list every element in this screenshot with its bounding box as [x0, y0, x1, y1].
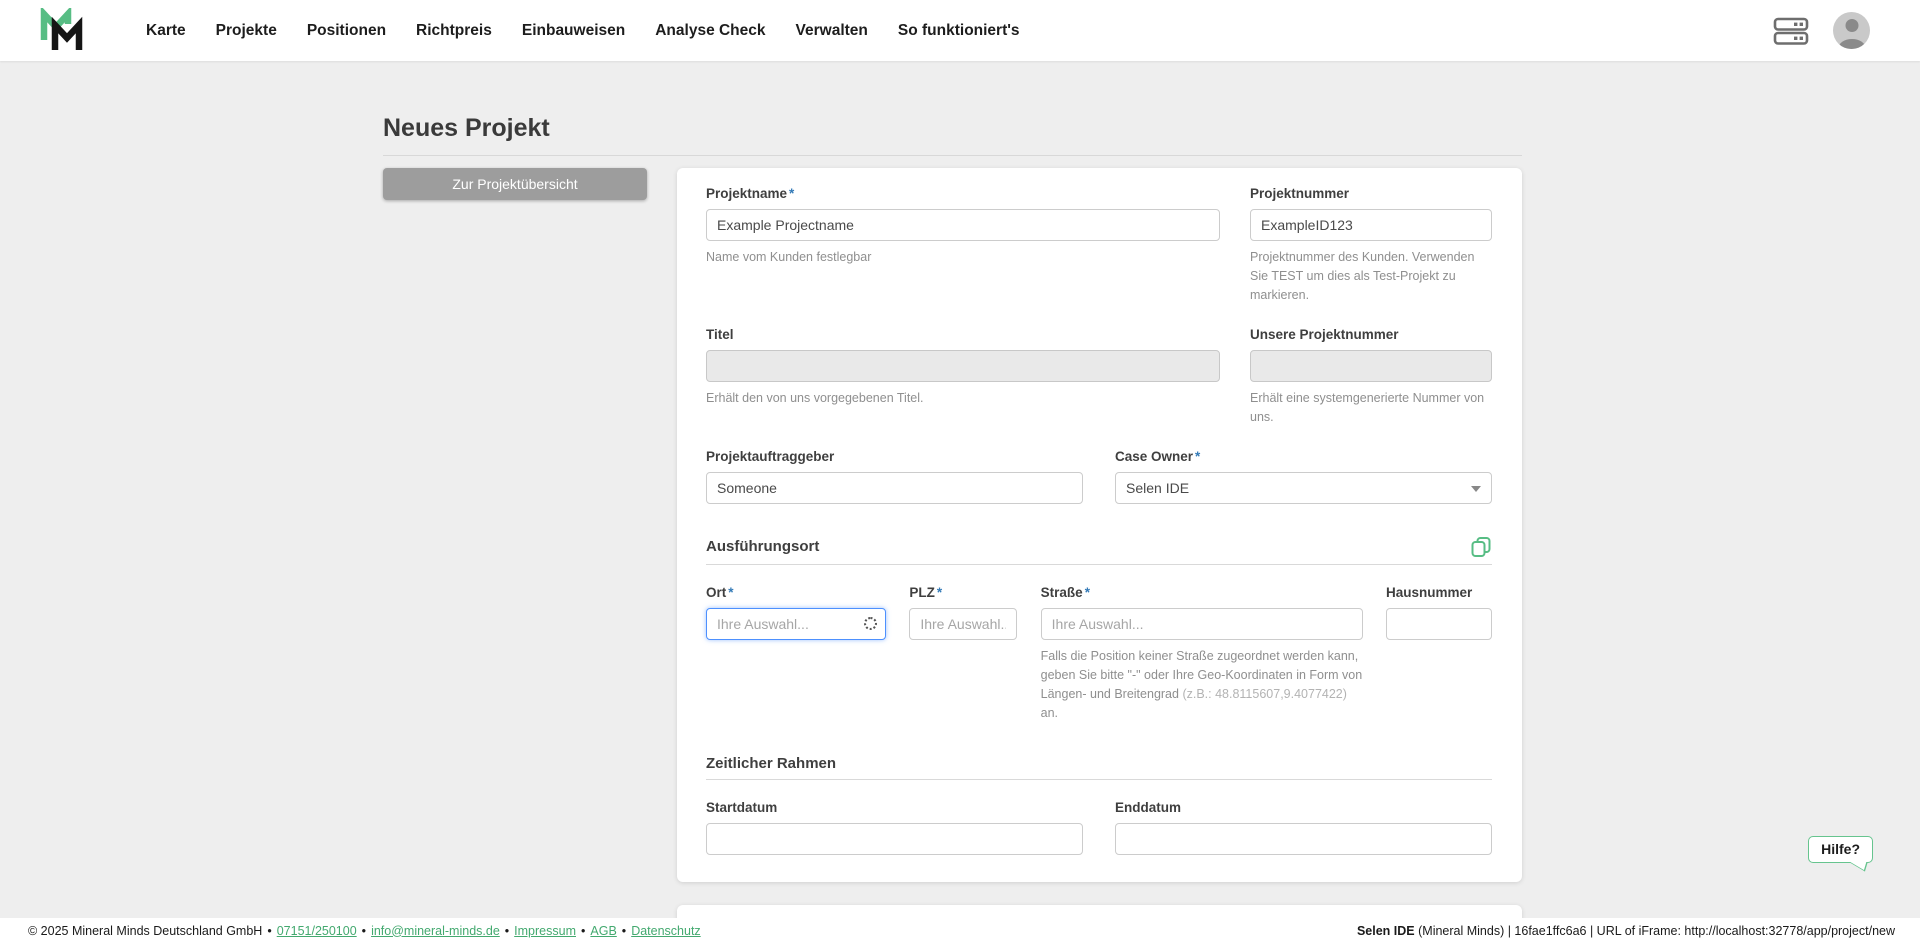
projektnummer-input[interactable]: [1250, 209, 1492, 241]
projektauftraggeber-input[interactable]: [706, 472, 1083, 504]
nav-item[interactable]: Projekte: [216, 22, 277, 40]
ort-label: Ort*: [706, 585, 886, 601]
hausnummer-input[interactable]: [1386, 608, 1492, 640]
required-marker: *: [1195, 449, 1200, 464]
footer-link[interactable]: info@mineral-minds.de: [371, 924, 500, 938]
top-navbar: Karte Projekte Positionen Richtpreis Einbauw…: [0, 0, 1920, 61]
main-nav: Karte Projekte Positionen Richtpreis Einbauw…: [146, 22, 1020, 40]
user-avatar[interactable]: [1833, 12, 1870, 49]
nav-item[interactable]: Verwalten: [796, 22, 868, 40]
section-divider: [706, 564, 1492, 565]
titel-input: [706, 350, 1220, 382]
case-owner-label: Case Owner*: [1115, 449, 1492, 465]
projektauftraggeber-label: Projektauftraggeber: [706, 449, 1083, 465]
required-marker: *: [789, 186, 794, 201]
startdatum-label: Startdatum: [706, 800, 1083, 816]
projektnummer-label: Projektnummer: [1250, 186, 1492, 202]
projektname-input[interactable]: [706, 209, 1220, 241]
startdatum-input[interactable]: [706, 823, 1083, 855]
plz-label: PLZ*: [909, 585, 1017, 601]
footer-separator: •: [622, 924, 626, 938]
copy-icon[interactable]: [1470, 536, 1492, 558]
nav-item[interactable]: Positionen: [307, 22, 386, 40]
footer-session-info: Selen IDE (Mineral Minds) | 16fae1ffc6a6…: [1357, 924, 1895, 938]
project-form-card: Projektname* Name vom Kunden festlegbar …: [677, 168, 1522, 882]
strasse-input[interactable]: [1041, 608, 1363, 640]
title-divider: [383, 155, 1522, 156]
required-marker: *: [728, 585, 733, 600]
avatar-shoulders-icon: [1838, 39, 1865, 49]
mineral-minds-logo[interactable]: [40, 8, 86, 54]
ort-input[interactable]: [706, 608, 886, 640]
case-owner-selected-value: Selen IDE: [1115, 472, 1492, 504]
required-marker: *: [1085, 585, 1090, 600]
footer-separator: •: [581, 924, 585, 938]
footer-link[interactable]: 07151/250100: [277, 924, 357, 938]
footer-separator: •: [267, 924, 271, 938]
field-unsere-projektnummer: Unsere Projektnummer Erhält eine systemg…: [1250, 327, 1492, 427]
help-button[interactable]: Hilfe?: [1808, 836, 1873, 863]
titel-hint: Erhält den von uns vorgegebenen Titel.: [706, 389, 1220, 408]
nav-item[interactable]: Einbauweisen: [522, 22, 625, 40]
field-enddatum: Enddatum: [1115, 800, 1492, 855]
field-plz: PLZ*: [909, 585, 1017, 723]
strasse-label: Straße*: [1041, 585, 1363, 601]
loading-spinner-icon: [864, 617, 877, 630]
page-body: Neues Projekt Zur Projektübersicht Proje…: [0, 61, 1920, 918]
strasse-hint: Falls die Position keiner Straße zugeord…: [1041, 647, 1363, 723]
projektname-hint: Name vom Kunden festlegbar: [706, 248, 1220, 267]
field-hausnummer: Hausnummer: [1386, 585, 1492, 723]
footer-separator: •: [505, 924, 509, 938]
field-titel: Titel Erhält den von uns vorgegebenen Ti…: [706, 327, 1220, 427]
field-strasse: Straße* Falls die Position keiner Straße…: [1041, 585, 1363, 723]
field-ort: Ort*: [706, 585, 886, 723]
section-divider: [706, 779, 1492, 780]
hausnummer-label: Hausnummer: [1386, 585, 1492, 601]
nav-item[interactable]: Analyse Check: [655, 22, 765, 40]
field-projektname: Projektname* Name vom Kunden festlegbar: [706, 186, 1220, 305]
unsere-projektnummer-input: [1250, 350, 1492, 382]
chevron-down-icon: [1471, 486, 1481, 492]
required-marker: *: [937, 585, 942, 600]
server-icon[interactable]: [1773, 16, 1809, 46]
field-projektauftraggeber: Projektauftraggeber: [706, 449, 1083, 504]
enddatum-input[interactable]: [1115, 823, 1492, 855]
field-projektnummer: Projektnummer Projektnummer des Kunden. …: [1250, 186, 1492, 305]
projektnummer-hint: Projektnummer des Kunden. Verwenden Sie …: [1250, 248, 1492, 305]
footer-link[interactable]: AGB: [590, 924, 616, 938]
back-to-project-overview-button[interactable]: Zur Projektübersicht: [383, 168, 647, 200]
field-case-owner: Case Owner* Selen IDE: [1115, 449, 1492, 504]
enddatum-label: Enddatum: [1115, 800, 1492, 816]
projektname-label: Projektname*: [706, 186, 1220, 202]
titel-label: Titel: [706, 327, 1220, 343]
section-title-zeitlicher-rahmen: Zeitlicher Rahmen: [706, 755, 836, 773]
plz-input[interactable]: [909, 608, 1017, 640]
footer-separator: •: [362, 924, 366, 938]
nav-item[interactable]: Karte: [146, 22, 186, 40]
avatar-head-icon: [1845, 19, 1858, 32]
nav-item[interactable]: Richtpreis: [416, 22, 492, 40]
unsere-projektnummer-label: Unsere Projektnummer: [1250, 327, 1492, 343]
footer-links: • 07151/250100 • info@mineral-minds.de • Impr…: [262, 924, 700, 938]
nav-item[interactable]: So funktioniert's: [898, 22, 1020, 40]
case-owner-select[interactable]: Selen IDE: [1115, 472, 1492, 504]
section-title-ausfuehrungsort: Ausführungsort: [706, 538, 819, 556]
next-form-card-partial: [677, 905, 1522, 918]
footer-link[interactable]: Datenschutz: [631, 924, 700, 938]
footer-copyright: © 2025 Mineral Minds Deutschland GmbH: [28, 924, 262, 938]
footer: © 2025 Mineral Minds Deutschland GmbH • 0…: [0, 918, 1920, 943]
footer-link[interactable]: Impressum: [514, 924, 576, 938]
unsere-projektnummer-hint: Erhält eine systemgenerierte Nummer von …: [1250, 389, 1492, 427]
field-startdatum: Startdatum: [706, 800, 1083, 855]
page-title: Neues Projekt: [383, 113, 1522, 143]
